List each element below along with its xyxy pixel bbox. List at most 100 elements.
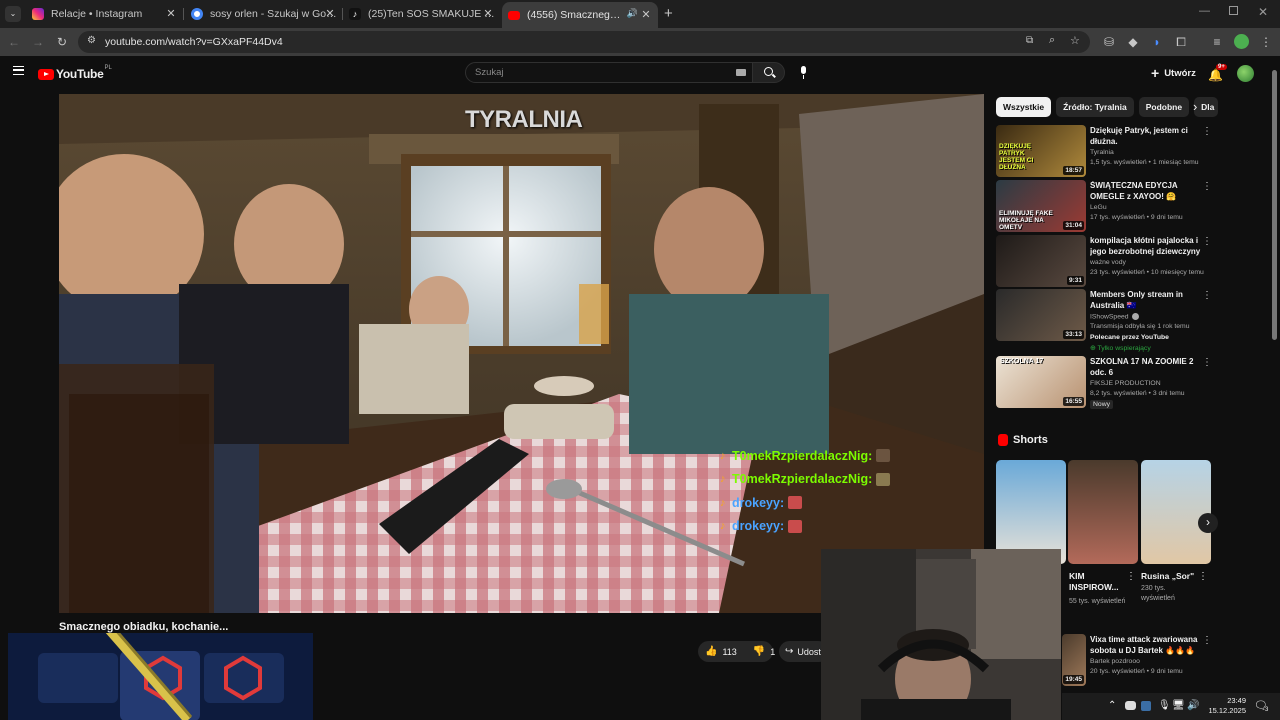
forward-icon[interactable]: → — [30, 35, 46, 49]
video-thumbnail[interactable]: 33:13 — [996, 289, 1086, 341]
recommendation-item[interactable]: 9:31 kompilacja kłótni pajalocka i jego … — [996, 235, 1216, 287]
page-scrollbar[interactable] — [1271, 60, 1278, 688]
recommendation-item[interactable]: 19:45 Vixa time attack zwariowana sobota… — [1062, 634, 1216, 686]
chat-username: T0mekRzpierdalaczNig: — [732, 448, 873, 463]
tray-overflow-icon[interactable]: ⌃ — [1108, 700, 1116, 711]
search-input[interactable] — [475, 67, 715, 78]
audio-playing-icon[interactable]: 🔊 — [627, 8, 638, 19]
chip-for-you[interactable]: Dla — [1194, 97, 1219, 117]
more-options-icon[interactable]: ⋮ — [1202, 290, 1212, 301]
recommendation-item[interactable]: SZKOLNA 17 16:55 SZKOLNA 17 NA ZOOMIE 2 … — [996, 356, 1216, 409]
incognito-icon[interactable]: ⛁ — [1101, 35, 1117, 49]
channel-name: Bartek pozdrooo — [1090, 658, 1140, 665]
tab-instagram[interactable]: Relacje • Instagram ✕ — [32, 4, 178, 24]
dislike-button[interactable]: 👎 1 — [753, 646, 775, 657]
profile-avatar-icon[interactable] — [1234, 34, 1249, 49]
network-icon[interactable]: 🖥 — [1172, 700, 1185, 711]
close-tab-icon[interactable]: ✕ — [323, 7, 337, 21]
close-tab-icon[interactable]: ✕ — [164, 7, 178, 21]
filter-chips: Wszystkie Źródło: Tyralnia Podobne Dla — [996, 97, 1223, 117]
plus-icon: + — [1151, 65, 1160, 81]
short-views: 230 tys. wyświetleń — [1141, 585, 1175, 602]
video-duration: 19:45 — [1063, 675, 1084, 684]
channel-name: LeGu — [1090, 204, 1107, 211]
tab-title: (25)Ten SOS SMAKUJE jak KENT — [368, 8, 495, 20]
short-thumbnail[interactable] — [1141, 460, 1211, 564]
more-options-icon[interactable]: ⋮ — [1202, 236, 1212, 247]
volume-icon[interactable]: 🔊 — [1187, 700, 1199, 711]
chip-related[interactable]: Podobne — [1138, 97, 1190, 117]
zoom-icon[interactable]: ⌕ — [1049, 34, 1055, 47]
short-more-options-icon[interactable]: ⋮ — [1126, 571, 1136, 582]
video-thumbnail[interactable]: DZIĘKUJĘ PATRYK JESTEM CI DŁUŻNA 18:57 — [996, 125, 1086, 177]
voice-search-button[interactable] — [796, 65, 812, 81]
tab-tiktok[interactable]: ♪ (25)Ten SOS SMAKUJE jak KENT ✕ — [349, 4, 495, 24]
app-tray-icon[interactable] — [1141, 701, 1151, 711]
minimize-icon[interactable]: — — [1199, 5, 1210, 17]
tiktok-icon: ♪ — [349, 8, 361, 20]
recommendation-item[interactable]: 33:13 Members Only stream in Australia 🇦… — [996, 289, 1216, 353]
more-options-icon[interactable]: ⋮ — [1202, 126, 1212, 137]
reload-icon[interactable]: ↻ — [54, 35, 70, 49]
keyboard-icon[interactable] — [736, 69, 746, 76]
chat-emote-icon — [876, 472, 891, 486]
more-options-icon[interactable]: ⋮ — [1202, 635, 1212, 646]
video-thumbnail[interactable]: SZKOLNA 17 16:55 — [996, 356, 1086, 408]
more-options-icon[interactable]: ⋮ — [1202, 181, 1212, 192]
more-options-icon[interactable]: ⋮ — [1202, 357, 1212, 368]
search-button[interactable] — [752, 62, 785, 83]
instagram-icon — [32, 8, 44, 20]
chat-message: ♪ drokeyy: — [720, 515, 890, 539]
search-box[interactable] — [465, 62, 753, 83]
close-tab-icon[interactable]: ✕ — [639, 8, 653, 22]
tab-search-button[interactable]: ⌄ — [5, 6, 21, 22]
notifications-button[interactable]: 🔔 9+ — [1208, 64, 1227, 84]
close-tab-icon[interactable]: ✕ — [481, 7, 495, 21]
reading-list-icon[interactable]: ≡ — [1209, 35, 1225, 49]
clock-date: 15.12.2025 — [1208, 706, 1246, 715]
chat-emote-icon — [876, 449, 891, 463]
channel-watermark: TYRALNIA — [465, 106, 583, 133]
short-title[interactable]: KIM INSPIROW... — [1069, 571, 1125, 593]
scrollbar-thumb[interactable] — [1272, 70, 1277, 340]
tab-google-search[interactable]: sosy orlen - Szukaj w Google ✕ — [191, 4, 337, 24]
microphone-tray-icon[interactable]: 🎙 — [1158, 700, 1171, 711]
site-info-icon[interactable]: ⚙ — [87, 35, 96, 46]
video-thumbnail[interactable]: 9:31 — [996, 235, 1086, 287]
chat-username: drokeyy: — [732, 495, 785, 510]
hamburger-menu-icon[interactable] — [13, 66, 24, 75]
new-badge: Nowy — [1090, 400, 1113, 409]
extensions-puzzle-icon[interactable]: ⧠ — [1173, 35, 1189, 49]
like-button[interactable]: 👍 113 — [698, 646, 737, 657]
like-dislike-group: 👍 113 👎 1 — [698, 641, 775, 662]
clock[interactable]: 23:49 15.12.2025 — [1202, 696, 1246, 716]
extension-diamond-icon[interactable]: ◆ — [1125, 35, 1141, 49]
short-thumbnail[interactable] — [1068, 460, 1138, 564]
chips-next-chevron-icon[interactable]: › — [1193, 99, 1197, 114]
discord-tray-icon[interactable] — [1125, 701, 1136, 710]
restore-icon[interactable] — [1229, 6, 1238, 15]
recommendation-item[interactable]: DZIĘKUJĘ PATRYK JESTEM CI DŁUŻNA 18:57 D… — [996, 125, 1216, 177]
shorts-next-button[interactable]: › — [1198, 513, 1218, 533]
video-thumbnail[interactable]: ELIMINUJĘ FAKE MIKOŁAJE NA OMETV 31:04 — [996, 180, 1086, 232]
music-note-icon: ♪ — [720, 473, 726, 486]
back-icon[interactable]: ← — [6, 35, 22, 49]
short-title[interactable]: Rusina „Sor" — [1141, 571, 1201, 582]
youtube-logo[interactable]: YouTube PL — [38, 65, 112, 81]
tab-youtube-active[interactable]: (4556) Smacznego obiadku 🔊 ✕ — [502, 2, 658, 28]
extension-blue-icon[interactable]: ◗ — [1149, 35, 1165, 49]
install-app-icon[interactable]: ⧉ — [1026, 35, 1033, 46]
chip-all[interactable]: Wszystkie — [996, 97, 1052, 117]
address-bar[interactable]: ⚙ youtube.com/watch?v=GXxaPF44Dv4 ⧉ ⌕ ☆ — [78, 31, 1090, 53]
close-window-icon[interactable]: ✕ — [1258, 5, 1268, 19]
account-avatar[interactable] — [1237, 65, 1254, 82]
create-button[interactable]: + Utwórz — [1151, 65, 1196, 81]
new-tab-button[interactable]: + — [664, 5, 673, 22]
recommendation-item[interactable]: ELIMINUJĘ FAKE MIKOŁAJE NA OMETV 31:04 Ś… — [996, 180, 1216, 232]
bookmark-star-icon[interactable]: ☆ — [1070, 34, 1080, 47]
video-thumbnail[interactable]: 19:45 — [1062, 634, 1086, 686]
browser-menu-icon[interactable]: ⋮ — [1258, 35, 1274, 49]
short-more-options-icon[interactable]: ⋮ — [1198, 571, 1208, 582]
chip-from-channel[interactable]: Źródło: Tyralnia — [1056, 97, 1134, 117]
thumbs-up-icon: 👍 — [705, 646, 718, 657]
